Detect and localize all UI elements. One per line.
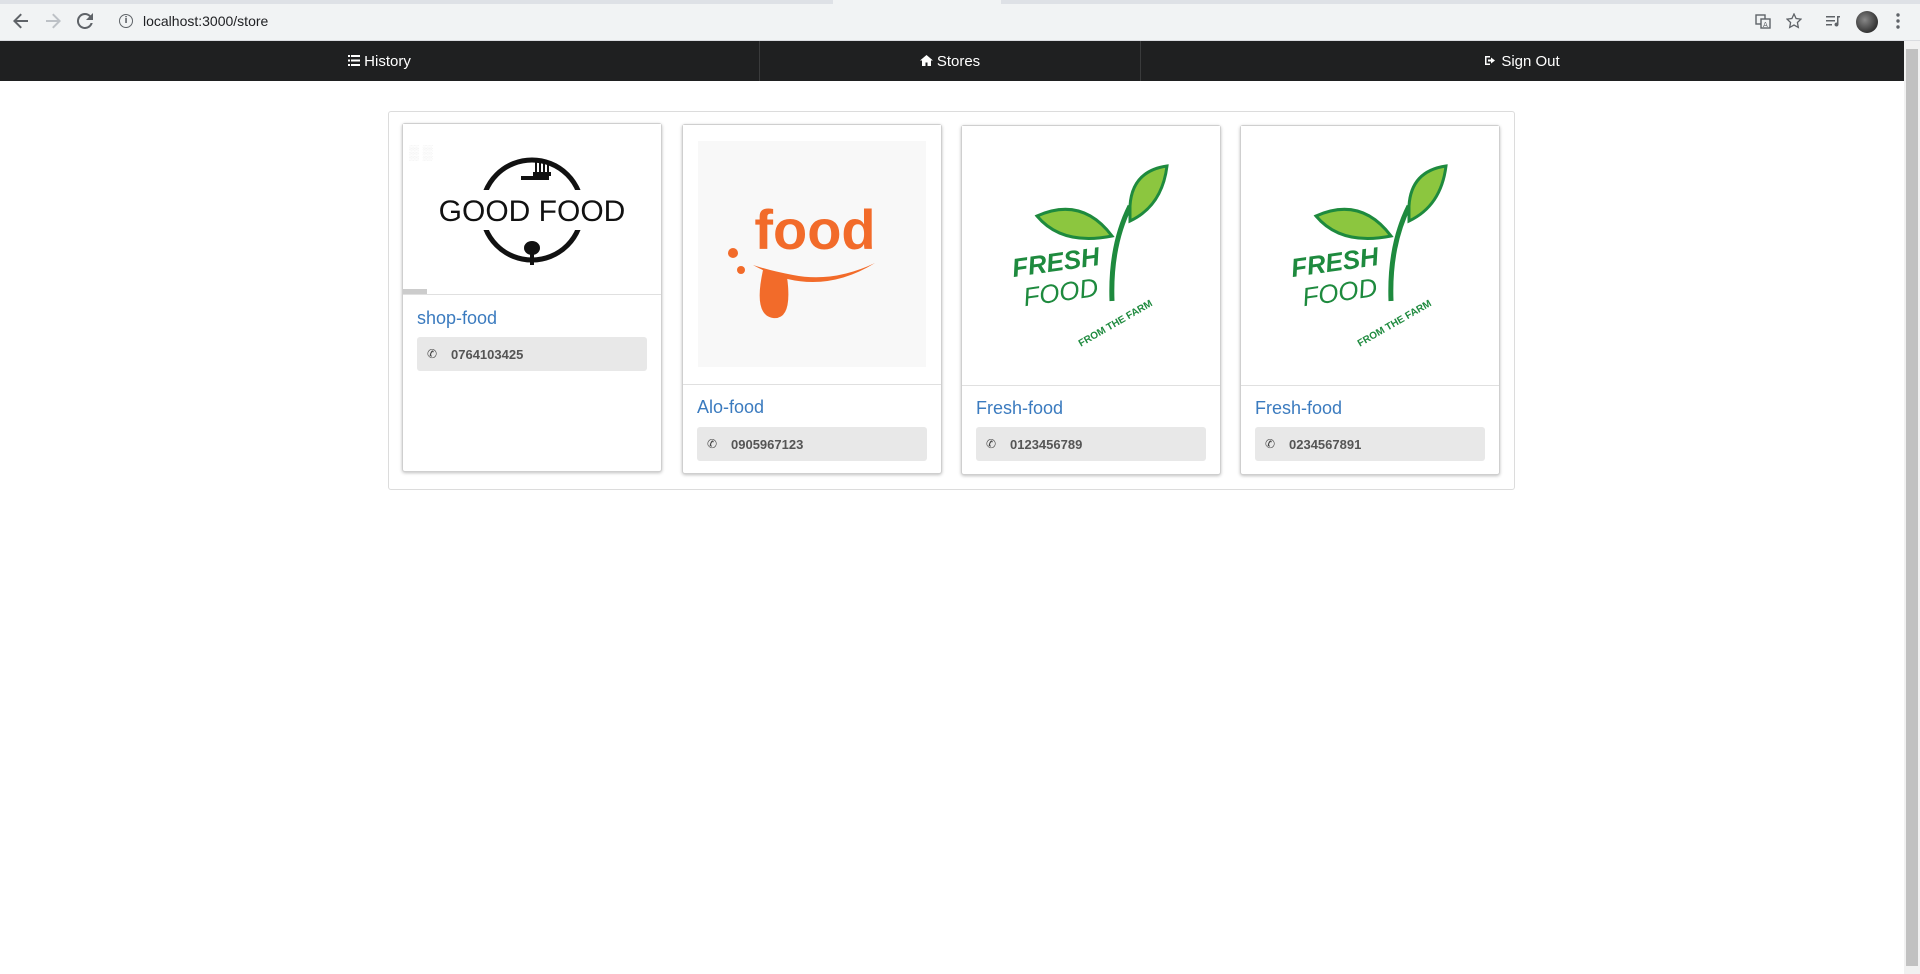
store-logo-image[interactable]: ▒ ▒ GOOD FOOD <box>403 124 661 295</box>
active-tab-indicator[interactable] <box>833 0 1001 4</box>
store-name[interactable]: Fresh-food <box>1255 398 1342 419</box>
fresh-food-logo: FRESH FOOD FROM THE FARM <box>1010 164 1169 349</box>
store-name[interactable]: shop-food <box>417 308 497 329</box>
store-phone: ✆ 0123456789 <box>976 427 1206 461</box>
nav-history[interactable]: History <box>0 41 760 81</box>
watermark-graphic: ▒ ▒ <box>409 144 433 160</box>
store-logo-image[interactable]: FRESH FOOD FROM THE FARM <box>1241 126 1499 386</box>
phone-icon: ✆ <box>427 347 438 361</box>
svg-text:A: A <box>1763 21 1768 29</box>
site-info-icon[interactable]: i <box>119 14 133 28</box>
browser-toolbar: i localhost:3000/store A <box>0 0 1920 41</box>
store-name[interactable]: Fresh-food <box>976 398 1063 419</box>
sign-out-icon <box>1485 54 1497 69</box>
translate-icon[interactable]: A <box>1752 9 1774 33</box>
logo-subtext: FROM THE FARM <box>1356 298 1434 349</box>
arrow-left-icon <box>13 13 28 29</box>
store-phone-number: 0234567891 <box>1289 436 1362 452</box>
store-logo-image[interactable]: FRESH FOOD FROM THE FARM <box>962 126 1220 386</box>
list-icon <box>348 54 361 69</box>
forward-button[interactable] <box>41 9 65 33</box>
home-icon <box>919 54 933 69</box>
logo-subtext: FROM THE FARM <box>1077 298 1155 349</box>
bookmark-star-icon[interactable] <box>1783 9 1805 33</box>
arrow-right-icon <box>46 13 61 29</box>
store-logo-image[interactable]: food <box>683 125 941 385</box>
store-name[interactable]: Alo-food <box>697 397 764 418</box>
back-button[interactable] <box>9 9 33 33</box>
phone-icon: ✆ <box>707 437 718 451</box>
store-card[interactable]: ▒ ▒ GOOD FOOD shop-food ✆ 0764103425 <box>402 123 662 472</box>
store-card[interactable]: FRESH FOOD FROM THE FARM Fresh-food ✆ 01… <box>961 125 1221 475</box>
phone-icon: ✆ <box>986 437 997 451</box>
store-list-panel: ▒ ▒ GOOD FOOD shop-food ✆ 0764103425 foo… <box>388 111 1515 490</box>
phone-icon: ✆ <box>1265 437 1276 451</box>
good-food-logo: GOOD FOOD <box>403 157 626 294</box>
store-phone-number: 0764103425 <box>451 346 524 362</box>
food-logo: food <box>698 141 926 367</box>
nav-stores-label: Stores <box>936 52 981 70</box>
store-card[interactable]: food Alo-food ✆ 0905967123 <box>682 124 942 474</box>
logo-text: GOOD FOOD <box>439 195 626 228</box>
url-text[interactable]: localhost:3000/store <box>143 13 268 29</box>
logo-text: food <box>754 198 875 261</box>
store-phone: ✆ 0905967123 <box>697 427 927 461</box>
store-phone-number: 0905967123 <box>731 436 804 452</box>
page-scrollbar-thumb[interactable] <box>1906 49 1918 966</box>
fresh-food-logo: FRESH FOOD FROM THE FARM <box>1289 164 1448 349</box>
nav-sign-out[interactable]: Sign Out <box>1141 41 1904 81</box>
reload-button[interactable] <box>73 9 97 33</box>
reload-icon <box>77 13 93 29</box>
nav-stores[interactable]: Stores <box>760 41 1141 81</box>
store-phone-number: 0123456789 <box>1010 436 1083 452</box>
store-phone: ✆ 0764103425 <box>417 337 647 371</box>
more-menu-icon[interactable] <box>1888 9 1908 33</box>
address-bar[interactable]: i localhost:3000/store <box>110 7 1820 35</box>
media-control-icon[interactable] <box>1822 9 1844 33</box>
store-phone: ✆ 0234567891 <box>1255 427 1485 461</box>
store-card[interactable]: FRESH FOOD FROM THE FARM Fresh-food ✆ 02… <box>1240 125 1500 475</box>
profile-avatar[interactable] <box>1856 11 1878 33</box>
nav-sign-out-label: Sign Out <box>1501 52 1560 70</box>
nav-history-label: History <box>364 52 411 70</box>
app-navbar: History Stores Sign Out <box>0 41 1904 81</box>
